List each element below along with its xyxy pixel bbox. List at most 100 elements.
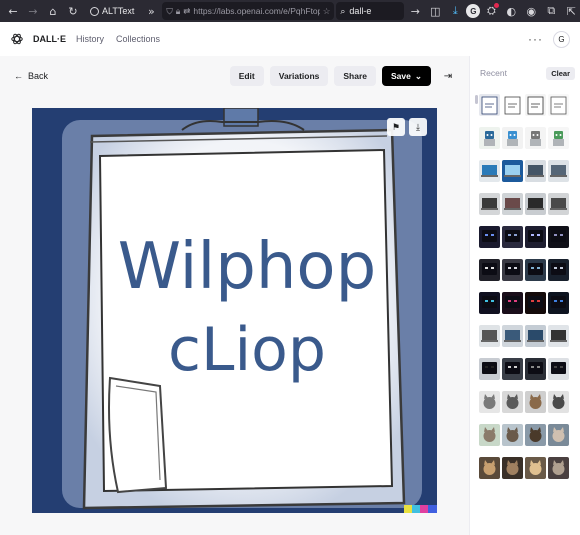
openai-logo-icon[interactable] <box>10 32 24 46</box>
save-button[interactable]: Save ⌄ <box>382 66 431 86</box>
image-toolbar: ← Back Edit Variations Share Save ⌄ ⇥ <box>0 56 469 96</box>
puzzle-icon[interactable]: ⧉ <box>542 2 560 20</box>
recent-thumbnail[interactable] <box>479 292 500 314</box>
recent-thumbnail[interactable] <box>479 193 500 215</box>
generated-image[interactable]: Wilphop cLiop ⚑ ⤓ <box>32 108 437 513</box>
recent-thumbnail[interactable] <box>525 259 546 281</box>
vpn-icon[interactable]: ◐ <box>502 2 520 20</box>
recent-thumbnail[interactable] <box>548 127 569 149</box>
recent-thumbnail[interactable] <box>548 292 569 314</box>
image-viewer: ← Back Edit Variations Share Save ⌄ ⇥ Wi… <box>0 56 469 535</box>
recent-thumbnail[interactable] <box>479 160 500 182</box>
recent-thumbnail[interactable] <box>502 358 523 380</box>
recent-thumbnail[interactable] <box>502 193 523 215</box>
recent-thumbnail[interactable] <box>502 391 523 413</box>
recent-thumbnail[interactable] <box>525 127 546 149</box>
recent-thumbnail[interactable] <box>502 160 523 182</box>
arrow-left-icon: ← <box>14 71 23 81</box>
recent-thumbnail[interactable] <box>525 358 546 380</box>
pocket-icon[interactable]: ◫ <box>426 2 444 20</box>
recent-thumbnail[interactable] <box>548 226 569 248</box>
url-text: https://labs.openai.com/e/PqhFtop <box>193 6 320 16</box>
chevron-double-right-icon[interactable]: » <box>142 2 160 20</box>
recent-thumbnail[interactable] <box>502 259 523 281</box>
back-button[interactable]: ← Back <box>14 71 48 81</box>
extension-icon[interactable]: ⛭ <box>482 2 500 20</box>
edit-button[interactable]: Edit <box>229 66 264 86</box>
browser-tab[interactable]: ALTText <box>84 2 140 20</box>
recent-thumbnail[interactable] <box>525 226 546 248</box>
recent-thumbnail[interactable] <box>479 325 500 347</box>
addon-icon[interactable]: ◉ <box>522 2 540 20</box>
recent-thumbnail[interactable] <box>479 259 500 281</box>
share-button[interactable]: Share <box>334 66 377 86</box>
recent-thumbnail[interactable] <box>479 226 500 248</box>
panel-scroll-handle[interactable] <box>475 95 478 104</box>
download-icon[interactable]: ⤓ <box>446 2 464 20</box>
recent-thumbnail[interactable] <box>525 424 546 446</box>
clear-button[interactable]: Clear <box>546 66 575 80</box>
recent-thumbnail[interactable] <box>548 391 569 413</box>
back-arrow-icon[interactable]: ← <box>4 2 22 20</box>
recent-thumbnail[interactable] <box>525 193 546 215</box>
save-label: Save <box>391 71 411 81</box>
recent-thumbnail[interactable] <box>479 457 500 479</box>
lock-icon: 🔒︎ <box>175 5 181 16</box>
recent-thumbnail[interactable] <box>525 391 546 413</box>
recent-label: Recent <box>480 68 507 78</box>
recent-thumbnail[interactable] <box>502 292 523 314</box>
user-avatar[interactable]: G <box>553 30 570 48</box>
recent-thumbnail[interactable] <box>525 94 546 116</box>
reload-icon[interactable]: ↻ <box>64 2 82 20</box>
tab-title: ALTText <box>102 6 135 16</box>
nav-collections[interactable]: Collections <box>116 34 160 44</box>
variations-button[interactable]: Variations <box>269 66 329 86</box>
recent-thumbnail[interactable] <box>548 259 569 281</box>
image-text-line2: cLiop <box>168 315 326 385</box>
arrow-right-icon[interactable]: → <box>406 2 424 20</box>
search-bar[interactable]: ⌕ dall-e <box>336 2 405 20</box>
recent-thumbnail[interactable] <box>548 160 569 182</box>
nav-history[interactable]: History <box>76 34 104 44</box>
recent-thumbnail[interactable] <box>548 193 569 215</box>
recent-thumbnail[interactable] <box>479 358 500 380</box>
recent-thumbnail[interactable] <box>548 358 569 380</box>
recent-thumbnail[interactable] <box>502 127 523 149</box>
flag-icon[interactable]: ⚑ <box>387 118 405 136</box>
collapse-panel-icon[interactable]: ⇥ <box>441 69 455 83</box>
recent-thumbnail[interactable] <box>548 325 569 347</box>
recent-thumbnail[interactable] <box>479 127 500 149</box>
app-header: DALL·E History Collections ··· G <box>0 22 580 56</box>
recent-thumbnail[interactable] <box>525 325 546 347</box>
image-text-line1: Wilphop <box>118 230 376 304</box>
shield-icon: ⛉ <box>166 5 173 16</box>
recent-thumbnail[interactable] <box>502 325 523 347</box>
swap-icon: ⇄ <box>183 5 191 16</box>
clipboard-illustration: Wilphop cLiop <box>32 108 437 513</box>
chevron-down-icon: ⌄ <box>414 70 422 81</box>
recent-thumbnail[interactable] <box>548 94 569 116</box>
star-icon[interactable]: ☆ <box>323 6 331 17</box>
recent-thumbnail[interactable] <box>502 226 523 248</box>
recent-thumbnail[interactable] <box>525 457 546 479</box>
home-icon[interactable]: ⌂ <box>44 2 62 20</box>
recent-thumbnail[interactable] <box>525 160 546 182</box>
recent-thumbnail[interactable] <box>479 424 500 446</box>
more-options-icon[interactable]: ··· <box>528 32 543 46</box>
address-bar[interactable]: ⛉ 🔒︎ ⇄ https://labs.openai.com/e/PqhFtop… <box>162 2 335 20</box>
search-text: dall-e <box>349 6 372 16</box>
share-icon[interactable]: ⇱ <box>562 2 580 20</box>
profile-avatar[interactable]: G <box>466 4 481 18</box>
recent-thumbnails <box>479 94 571 479</box>
recent-thumbnail[interactable] <box>502 424 523 446</box>
recent-thumbnail[interactable] <box>525 292 546 314</box>
download-image-icon[interactable]: ⤓ <box>409 118 427 136</box>
recent-thumbnail[interactable] <box>502 94 523 116</box>
recent-thumbnail[interactable] <box>479 94 500 116</box>
recent-thumbnail[interactable] <box>502 457 523 479</box>
recent-thumbnail[interactable] <box>479 391 500 413</box>
brand-title[interactable]: DALL·E <box>33 34 66 44</box>
recent-thumbnail[interactable] <box>548 424 569 446</box>
forward-arrow-icon[interactable]: → <box>24 2 42 20</box>
recent-thumbnail[interactable] <box>548 457 569 479</box>
